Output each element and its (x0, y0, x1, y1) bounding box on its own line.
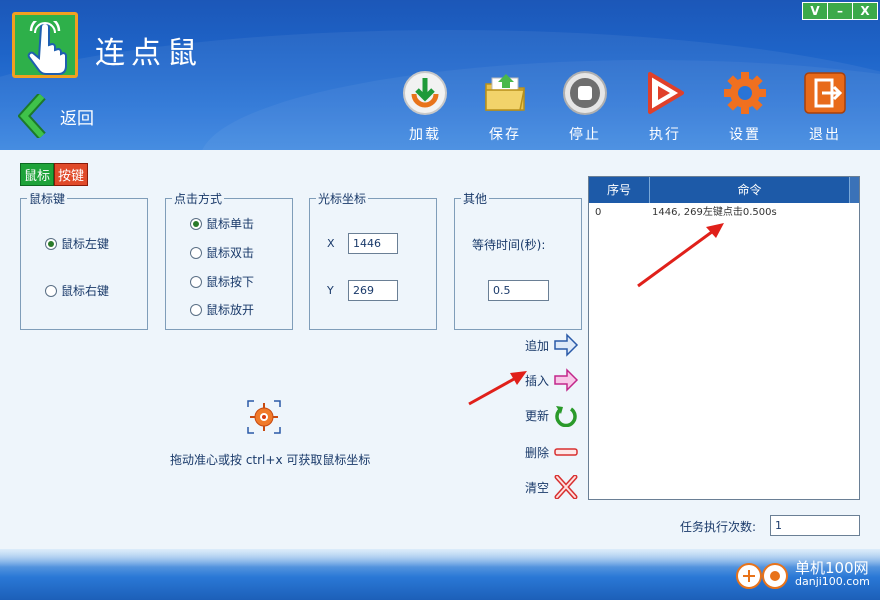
other-group: 其他 (454, 190, 582, 330)
load-button[interactable]: 加载 (385, 70, 465, 144)
stop-button[interactable]: 停止 (545, 70, 625, 144)
radio-dot-checked (190, 217, 202, 230)
radio-dot (190, 275, 202, 288)
insert-label: 插入 (525, 373, 550, 388)
back-button[interactable]: 返回 (18, 94, 94, 138)
minus-icon (554, 448, 578, 456)
delete-label: 删除 (525, 445, 550, 460)
update-button[interactable]: 更新 (525, 403, 579, 427)
append-button[interactable]: 追加 (525, 333, 579, 357)
app-title: 连点鼠 (95, 36, 203, 71)
stop-icon (563, 71, 607, 115)
wait-time-label: 等待时间(秒): (472, 238, 546, 252)
clear-x-icon (554, 475, 578, 499)
radio-dot (190, 303, 202, 316)
radio-dot (45, 284, 57, 297)
radio-left-button-label: 鼠标左键 (61, 237, 110, 251)
radio-single-click-label: 鼠标单击 (206, 217, 255, 231)
mouse-key-group: 鼠标键 (20, 190, 148, 330)
y-coord-input[interactable]: 269 (348, 280, 398, 301)
execute-label: 执行 (649, 127, 681, 143)
insert-button[interactable]: 插入 (525, 368, 579, 392)
exit-label: 退出 (809, 127, 841, 143)
other-legend: 其他 (463, 192, 488, 206)
radio-mouse-down-label: 鼠标按下 (206, 275, 255, 289)
watermark-site-cn: 单机100网 (795, 559, 869, 577)
watermark: 单机100网 danji100.com (735, 558, 870, 590)
watermark-logo-icon (736, 563, 788, 589)
cursor-coords-legend: 光标坐标 (318, 192, 367, 206)
chevron-left-icon (18, 94, 46, 138)
column-header-index[interactable]: 序号 (589, 177, 650, 203)
radio-mouse-up[interactable]: 鼠标放开 (190, 301, 254, 318)
update-label: 更新 (525, 408, 550, 423)
save-label: 保存 (489, 127, 521, 143)
back-label: 返回 (60, 108, 94, 129)
radio-left-button[interactable]: 鼠标左键 (45, 235, 109, 252)
list-item[interactable]: 0 1446, 269左键点击0.500s (589, 205, 859, 221)
window-controls: V – X (802, 2, 878, 20)
play-icon (648, 72, 684, 114)
run-count-input[interactable]: 1 (770, 515, 860, 536)
stop-label: 停止 (569, 127, 601, 143)
folder-icon (485, 74, 525, 111)
load-label: 加载 (409, 127, 441, 143)
mouse-key-legend: 鼠标键 (29, 192, 66, 206)
wait-time-input[interactable]: 0.5 (488, 280, 549, 301)
radio-right-button-label: 鼠标右键 (61, 284, 110, 298)
toolbar: 加载 保存 停止 执行 设置 退出 (385, 70, 865, 144)
exit-icon (804, 72, 846, 114)
picker-hint: 拖动准心或按 ctrl+x 可获取鼠标坐标 (170, 453, 371, 467)
clear-button[interactable]: 清空 (525, 475, 579, 499)
column-header-command[interactable]: 命令 (650, 177, 850, 203)
command-list-header: 序号 命令 (589, 177, 859, 203)
crosshair-picker-icon[interactable] (246, 399, 282, 435)
delete-button[interactable]: 删除 (525, 440, 579, 464)
radio-right-button[interactable]: 鼠标右键 (45, 282, 109, 299)
x-label: X (327, 237, 335, 250)
watermark-site-url: danji100.com (795, 575, 870, 588)
radio-mouse-down[interactable]: 鼠标按下 (190, 273, 254, 290)
radio-dot-checked (45, 237, 57, 250)
settings-label: 设置 (729, 127, 761, 143)
arrow-right-pink-icon (554, 368, 579, 392)
list-item-command: 1446, 269左键点击0.500s (652, 207, 777, 218)
download-icon (403, 71, 447, 115)
mode-tag-mouse: 鼠标 (20, 163, 55, 186)
x-coord-input[interactable]: 1446 (348, 233, 398, 254)
arrow-right-blue-icon (554, 333, 579, 357)
exit-button[interactable]: 退出 (785, 70, 865, 144)
gear-icon (724, 72, 766, 114)
minimize-to-tray-button[interactable]: V (802, 2, 828, 20)
annotation-arrow-to-insert (468, 371, 527, 406)
append-label: 追加 (525, 338, 550, 353)
execute-button[interactable]: 执行 (625, 70, 705, 144)
header-scroll-spacer (850, 177, 859, 203)
radio-dot (190, 246, 202, 259)
mode-tag-key: 按键 (54, 163, 89, 186)
radio-double-click-label: 鼠标双击 (206, 246, 255, 260)
settings-button[interactable]: 设置 (705, 70, 785, 144)
refresh-icon (555, 406, 577, 427)
command-list[interactable]: 序号 命令 0 1446, 269左键点击0.500s (588, 176, 860, 500)
save-button[interactable]: 保存 (465, 70, 545, 144)
clear-label: 清空 (525, 480, 550, 495)
watermark-text: 单机100网 danji100.com (795, 560, 870, 588)
app-logo (12, 12, 78, 78)
radio-mouse-up-label: 鼠标放开 (206, 303, 255, 317)
y-label: Y (327, 284, 334, 297)
mode-tag: 鼠标 按键 (20, 163, 89, 186)
radio-double-click[interactable]: 鼠标双击 (190, 244, 254, 261)
cursor-coords-group: 光标坐标 (309, 190, 437, 330)
radio-single-click[interactable]: 鼠标单击 (190, 215, 254, 232)
run-count-label: 任务执行次数: (680, 520, 757, 534)
close-button[interactable]: X (852, 2, 878, 20)
hand-pointer-icon (27, 21, 67, 75)
list-item-index: 0 (595, 207, 602, 218)
click-mode-legend: 点击方式 (174, 192, 223, 206)
minimize-button[interactable]: – (827, 2, 853, 20)
